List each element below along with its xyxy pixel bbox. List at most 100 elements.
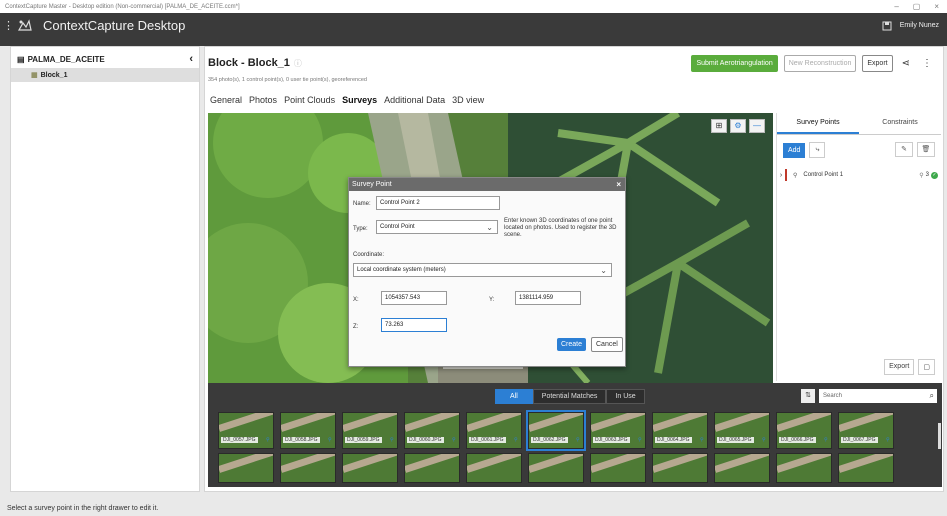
fit-view-icon[interactable]: ⊞: [711, 119, 727, 133]
photo-thumbnail[interactable]: DJI_0065.JPG ⚲: [714, 412, 770, 449]
photo-count: ⚲ 3 ✓: [919, 171, 942, 179]
export-survey-button[interactable]: Export: [884, 359, 915, 375]
filter-potential-matches[interactable]: Potential Matches: [532, 389, 607, 404]
user-name[interactable]: Emily Nunez: [900, 22, 939, 29]
photo-thumbnail[interactable]: DJI_0061.JPG ⚲: [466, 412, 522, 449]
survey-point-row[interactable]: › ⚲ Control Point 1 ⚲ 3 ✓: [777, 169, 942, 181]
tab-survey-points[interactable]: Survey Points: [777, 113, 859, 134]
layers-icon[interactable]: ⚙: [730, 119, 746, 133]
type-select[interactable]: Control Point ⌄: [376, 220, 498, 234]
pin-icon: ⚲: [793, 172, 798, 179]
tab-additional-data[interactable]: Additional Data: [384, 95, 445, 105]
photo-thumbnail[interactable]: DJI_0058.JPG ⚲: [280, 412, 336, 449]
photo-thumbnail[interactable]: DJI_0066.JPG ⚲: [776, 412, 832, 449]
measure-icon[interactable]: —: [749, 119, 765, 133]
survey-point-dialog: Survey Point × Name: Control Point 2 Typ…: [348, 177, 626, 367]
save-icon[interactable]: [882, 21, 892, 31]
tab-3d-view[interactable]: 3D view: [452, 95, 484, 105]
y-field[interactable]: 1381114.959: [515, 291, 581, 305]
tab-surveys[interactable]: Surveys: [342, 95, 377, 105]
main-panel: Block - Block_1 ⓘ 354 photo(s), 1 control…: [204, 46, 944, 492]
export-button[interactable]: Export: [862, 55, 893, 72]
photo-thumbnail[interactable]: [342, 453, 398, 483]
photo-thumbnail[interactable]: DJI_0064.JPG ⚲: [652, 412, 708, 449]
collapse-sidebar-icon[interactable]: ‹: [189, 53, 193, 65]
close-window-button[interactable]: ×: [934, 2, 939, 11]
survey-points-drawer: Survey Points Constraints Add ⤷ ✎ 🗑 › ⚲ …: [776, 113, 941, 381]
photo-thumbnail[interactable]: DJI_0062.JPG ⚲: [526, 410, 586, 451]
filter-in-use[interactable]: In Use: [606, 389, 645, 404]
selection-marker: [785, 169, 787, 181]
photo-thumbnail[interactable]: [218, 453, 274, 483]
photo-thumbnail[interactable]: [528, 453, 584, 483]
road-shape: [839, 413, 893, 432]
block-name: Block_1: [40, 71, 68, 79]
thumbnail-label: DJI_0063.JPG: [593, 437, 630, 443]
photo-viewer[interactable]: ⊞ ⚙ — Survey Point × Name: Control Point…: [208, 113, 773, 383]
photo-thumbnail[interactable]: [280, 453, 336, 483]
edit-icon[interactable]: ✎: [895, 142, 913, 157]
new-reconstruction-button[interactable]: New Reconstruction: [783, 55, 857, 72]
maximize-button[interactable]: ▢: [913, 2, 921, 11]
x-field[interactable]: 1054357.543: [381, 291, 447, 305]
photo-thumbnail[interactable]: [776, 453, 832, 483]
expand-chevron-icon[interactable]: ›: [777, 172, 785, 179]
pin-icon: ⚲: [452, 437, 456, 443]
project-item[interactable]: ▤ PALMA_DE_ACEITE ‹: [11, 47, 199, 68]
coordinate-system-value: Local coordinate system (meters): [357, 267, 446, 273]
tab-photos[interactable]: Photos: [249, 95, 277, 105]
thumbnail-label: DJI_0066.JPG: [779, 437, 816, 443]
tab-point-clouds[interactable]: Point Clouds: [284, 95, 335, 105]
os-titlebar: ContextCapture Master - Desktop edition …: [0, 0, 947, 13]
menu-icon[interactable]: ⋮: [3, 19, 14, 32]
more-options-icon[interactable]: ⋮: [919, 58, 935, 69]
sort-icon[interactable]: ⇅: [801, 389, 815, 403]
submit-aerotriangulation-button[interactable]: Submit Aerotriangulation: [691, 55, 778, 72]
z-field[interactable]: 73.263: [381, 318, 447, 332]
photo-thumbnail[interactable]: [838, 453, 894, 483]
scrollbar[interactable]: [938, 423, 941, 449]
close-icon[interactable]: ×: [616, 180, 625, 189]
search-icon[interactable]: ⌕: [930, 391, 937, 401]
app-header: ⋮ ContextCapture Desktop Emily Nunez: [0, 13, 947, 38]
photo-thumbnail[interactable]: [466, 453, 522, 483]
survey-edit-tools: ✎ 🗑: [895, 142, 935, 157]
block-tabs: General Photos Point Clouds Surveys Addi…: [210, 95, 484, 105]
photo-filter: All Potential Matches In Use: [495, 389, 645, 404]
thumbnail-label: DJI_0067.JPG: [841, 437, 878, 443]
name-field[interactable]: Control Point 2: [376, 196, 500, 210]
add-photo-measure-icon[interactable]: ⤷: [809, 142, 826, 158]
user-area[interactable]: Emily Nunez: [882, 21, 947, 31]
filter-all[interactable]: All: [495, 389, 533, 404]
search-input[interactable]: Search ⌕: [819, 389, 937, 403]
coordinate-system-select[interactable]: Local coordinate system (meters) ⌄: [353, 263, 612, 277]
name-field-value: Control Point 2: [380, 200, 420, 206]
photo-thumbnail[interactable]: DJI_0063.JPG ⚲: [590, 412, 646, 449]
type-select-value: Control Point: [380, 224, 415, 230]
photo-thumbnail[interactable]: [404, 453, 460, 483]
window-controls: – ▢ ×: [894, 2, 947, 11]
clipboard-icon[interactable]: ▢: [918, 359, 935, 375]
photo-thumbnail[interactable]: [652, 453, 708, 483]
photo-thumbnail[interactable]: DJI_0057.JPG ⚲: [218, 412, 274, 449]
photo-thumbnail[interactable]: [714, 453, 770, 483]
photo-thumbnail[interactable]: DJI_0067.JPG ⚲: [838, 412, 894, 449]
share-icon[interactable]: ⋖: [899, 58, 913, 69]
delete-icon[interactable]: 🗑: [917, 142, 935, 157]
survey-tools: Add ⤷: [783, 142, 826, 158]
road-shape: [591, 454, 645, 473]
photo-thumbnail[interactable]: DJI_0060.JPG ⚲: [404, 412, 460, 449]
info-icon[interactable]: ⓘ: [294, 59, 302, 68]
create-button[interactable]: Create: [557, 338, 587, 351]
tab-general[interactable]: General: [210, 95, 242, 105]
pin-icon: ⚲: [328, 437, 332, 443]
add-survey-point-button[interactable]: Add: [783, 142, 806, 158]
photo-thumbnail[interactable]: DJI_0059.JPG ⚲: [342, 412, 398, 449]
cancel-button[interactable]: Cancel: [591, 337, 623, 352]
chevron-down-icon: ⌄: [486, 222, 493, 232]
photo-thumbnail[interactable]: [590, 453, 646, 483]
tree-item-block[interactable]: ▦ Block_1: [11, 68, 199, 82]
tab-constraints[interactable]: Constraints: [859, 113, 941, 134]
minimize-button[interactable]: –: [894, 2, 898, 11]
road-shape: [219, 413, 273, 432]
